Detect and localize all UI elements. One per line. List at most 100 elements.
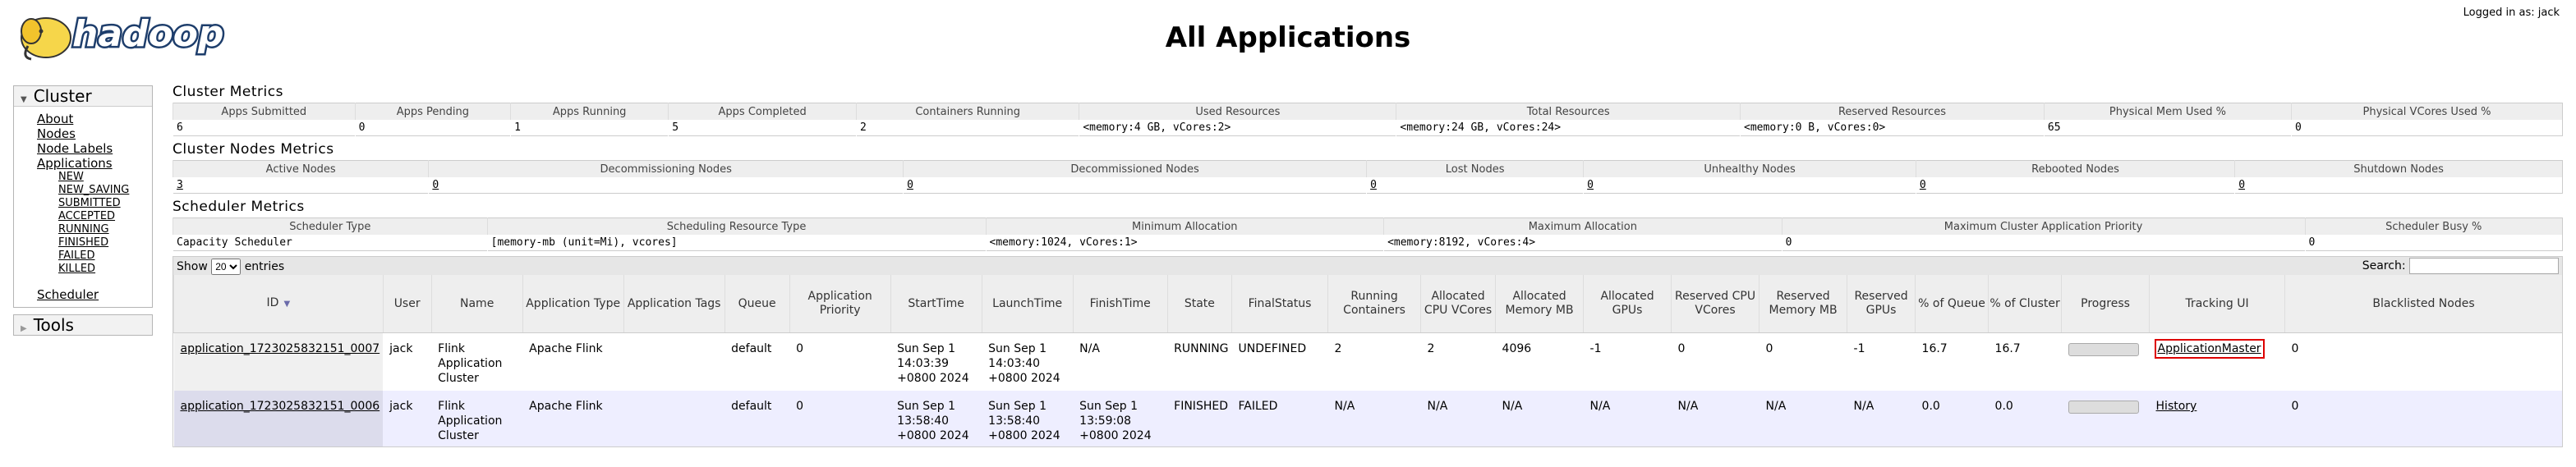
column-header-alloc-gpus[interactable]: Allocated GPUs (1583, 275, 1672, 333)
tracking-ui-link[interactable]: History (2156, 400, 2197, 413)
app-state-links: NEW NEW_SAVING SUBMITTED ACCEPTED RUNNIN… (37, 171, 152, 276)
column-header-id[interactable]: ID ▼ (173, 275, 384, 333)
state-link-killed[interactable]: KILLED (58, 263, 152, 276)
tools-panel-header[interactable]: ▶ Tools (13, 314, 153, 336)
decommissioning-nodes-link[interactable]: 0 (432, 179, 439, 191)
cell-alloc-vcores: 2 (1420, 332, 1496, 391)
cell-finishtime: N/A (1073, 332, 1168, 391)
cell-pct-queue: 16.7 (1915, 332, 1989, 391)
column-header-starttime[interactable]: StartTime (890, 275, 982, 333)
scheduler-metrics-table: Scheduler Type Scheduling Resource Type … (172, 217, 2563, 251)
state-link-running[interactable]: RUNNING (58, 223, 152, 236)
column-header-tracking-ui[interactable]: Tracking UI (2149, 275, 2285, 333)
nm-header: Rebooted Nodes (1915, 160, 2235, 177)
app-id-link[interactable]: application_1723025832151_0007 (181, 342, 380, 355)
column-header-blacklisted[interactable]: Blacklisted Nodes (2284, 275, 2562, 333)
column-header-pct-cluster[interactable]: % of Cluster (1988, 275, 2062, 333)
column-header-res-gpus[interactable]: Reserved GPUs (1847, 275, 1916, 333)
collapse-triangle-icon: ▶ (21, 324, 27, 333)
column-header-finalstatus[interactable]: FinalStatus (1231, 275, 1328, 333)
cluster-metrics-table: Apps Submitted Apps Pending Apps Running… (172, 103, 2563, 136)
sidebar-link-node-labels[interactable]: Node Labels (37, 141, 152, 156)
lost-nodes-link[interactable]: 0 (1370, 179, 1377, 191)
active-nodes-link[interactable]: 3 (177, 179, 183, 191)
column-header-launchtime[interactable]: LaunchTime (981, 275, 1074, 333)
rebooted-nodes-link[interactable]: 0 (1920, 179, 1926, 191)
column-header-pct-queue[interactable]: % of Queue (1915, 275, 1989, 333)
sm-header: Maximum Allocation (1383, 217, 1782, 235)
cell-alloc-mem: N/A (1495, 391, 1584, 446)
cm-header: Reserved Resources (1740, 103, 2045, 120)
column-header-tags[interactable]: Application Tags (623, 275, 725, 333)
decommissioned-nodes-link[interactable]: 0 (907, 179, 913, 191)
sm-header: Maximum Cluster Application Priority (1781, 217, 2305, 235)
cell-name: Flink Application Cluster (431, 391, 523, 446)
app-id-link[interactable]: application_1723025832151_0006 (181, 400, 380, 413)
sm-header: Scheduling Resource Type (486, 217, 987, 235)
cluster-panel: ▼ Cluster About Nodes Node Labels Applica… (13, 85, 153, 308)
sm-header: Scheduler Type (172, 217, 488, 235)
column-header-queue[interactable]: Queue (724, 275, 790, 333)
applications-table: ID ▼ User Name Application Type Applicati… (173, 275, 2562, 446)
cm-value: 2 (860, 121, 867, 134)
tools-label: Tools (33, 315, 74, 335)
sidebar-link-scheduler[interactable]: Scheduler (37, 287, 152, 302)
unhealthy-nodes-link[interactable]: 0 (1587, 179, 1594, 191)
cell-alloc-vcores: N/A (1420, 391, 1496, 446)
sm-value: <memory:8192, vCores:4> (1387, 236, 1536, 249)
cm-header: Apps Pending (354, 103, 511, 120)
sm-header: Minimum Allocation (985, 217, 1384, 235)
cell-launchtime: Sun Sep 1 13:58:40 +0800 2024 (982, 391, 1074, 446)
column-header-priority[interactable]: Application Priority (789, 275, 891, 333)
nm-header: Lost Nodes (1366, 160, 1584, 177)
sidebar-link-about[interactable]: About (37, 112, 152, 126)
state-link-new-saving[interactable]: NEW_SAVING (58, 184, 152, 197)
shutdown-nodes-link[interactable]: 0 (2238, 179, 2245, 191)
cm-value: 1 (514, 121, 521, 134)
cell-res-gpus: N/A (1847, 391, 1916, 446)
sm-value: Capacity Scheduler (177, 236, 292, 249)
sm-value: 0 (2308, 236, 2316, 249)
column-header-alloc-vcores[interactable]: Allocated CPU VCores (1420, 275, 1496, 333)
cell-blacklisted: 0 (2284, 391, 2562, 446)
cm-header: Apps Running (510, 103, 669, 120)
cm-value: <memory:0 B, vCores:0> (1744, 121, 1886, 134)
sm-value: <memory:1024, vCores:1> (989, 236, 1138, 249)
column-header-finishtime[interactable]: FinishTime (1072, 275, 1168, 333)
cell-type: Apache Flink (522, 391, 624, 446)
login-status: Logged in as: jack (2463, 7, 2560, 19)
state-link-accepted[interactable]: ACCEPTED (58, 210, 152, 223)
state-link-new[interactable]: NEW (58, 171, 152, 184)
cell-res-mem: 0 (1759, 332, 1847, 391)
column-header-alloc-mem[interactable]: Allocated Memory MB (1495, 275, 1584, 333)
column-header-user[interactable]: User (382, 275, 432, 333)
column-header-res-vcores[interactable]: Reserved CPU VCores (1671, 275, 1760, 333)
cell-alloc-mem: 4096 (1495, 332, 1584, 391)
state-link-finished[interactable]: FINISHED (58, 236, 152, 250)
cell-res-vcores: N/A (1671, 391, 1760, 446)
entries-select[interactable]: 20 (211, 259, 242, 275)
cm-value: 0 (2295, 121, 2302, 134)
cell-priority: 0 (789, 332, 891, 391)
main-content: Cluster Metrics Apps Submitted Apps Pend… (172, 82, 2563, 447)
progress-bar (2068, 343, 2139, 356)
column-header-res-mem[interactable]: Reserved Memory MB (1759, 275, 1847, 333)
nodes-metrics-table: Active Nodes Decommissioning Nodes Decom… (172, 160, 2563, 194)
column-header-state[interactable]: State (1166, 275, 1232, 333)
state-link-submitted[interactable]: SUBMITTED (58, 197, 152, 210)
sidebar-link-applications[interactable]: Applications (37, 156, 152, 171)
cm-header: Apps Submitted (172, 103, 356, 120)
cluster-panel-header[interactable]: ▼ Cluster (14, 86, 152, 107)
cm-header: Physical Mem Used % (2043, 103, 2292, 120)
cell-launchtime: Sun Sep 1 14:03:40 +0800 2024 (982, 332, 1074, 391)
cell-finalstatus: FAILED (1231, 391, 1328, 446)
sidebar-link-nodes[interactable]: Nodes (37, 126, 152, 141)
state-link-failed[interactable]: FAILED (58, 250, 152, 263)
column-header-type[interactable]: Application Type (522, 275, 624, 333)
search-input[interactable] (2409, 258, 2559, 274)
column-header-running-containers[interactable]: Running Containers (1327, 275, 1421, 333)
column-header-progress[interactable]: Progress (2061, 275, 2150, 333)
column-header-name[interactable]: Name (430, 275, 523, 333)
tracking-ui-link[interactable]: ApplicationMaster (2154, 339, 2265, 359)
cm-value: <memory:4 GB, vCores:2> (1083, 121, 1231, 134)
